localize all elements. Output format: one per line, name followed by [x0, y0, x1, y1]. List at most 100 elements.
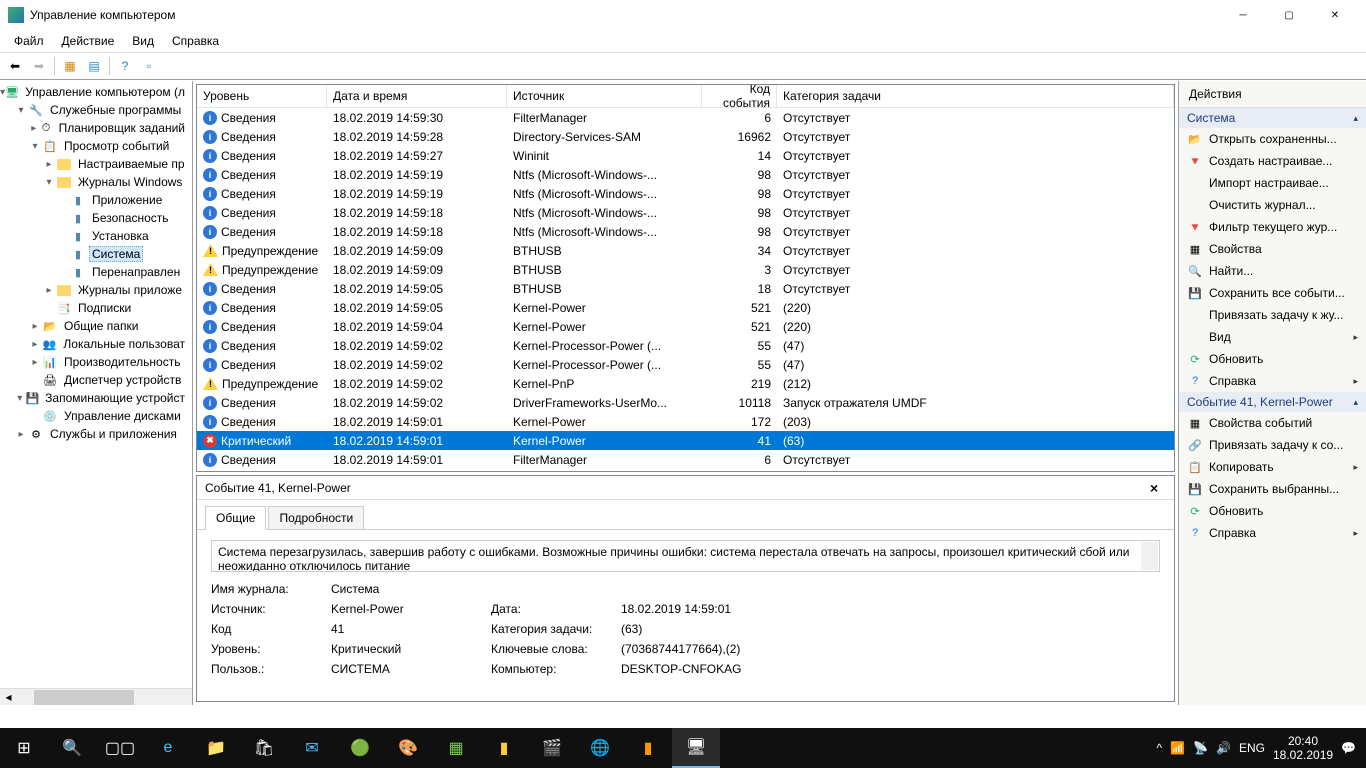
event-row[interactable]: !Предупреждение18.02.2019 14:59:02Kernel…	[197, 374, 1174, 393]
menu-help[interactable]: Справка	[164, 32, 227, 50]
toolbar-forward-button[interactable]: ➡	[28, 55, 50, 77]
action-event-props[interactable]: ▦Свойства событий	[1179, 412, 1366, 434]
taskview-button[interactable]: ▢▢	[96, 728, 144, 768]
column-source[interactable]: Источник	[507, 85, 702, 107]
tree-subs[interactable]: 📑Подписки	[0, 299, 192, 317]
menu-file[interactable]: Файл	[6, 32, 52, 50]
detail-msg-scrollbar[interactable]	[1141, 542, 1158, 570]
taskbar-app1[interactable]: ▦	[432, 728, 480, 768]
toolbar-extra-button[interactable]: ▫	[138, 55, 160, 77]
tree-security[interactable]: ▮Безопасность	[0, 209, 192, 227]
toolbar-properties-button[interactable]: ▤	[83, 55, 105, 77]
event-row[interactable]: iСведения18.02.2019 14:59:18Ntfs (Micros…	[197, 222, 1174, 241]
event-row[interactable]: iСведения18.02.2019 14:59:30FilterManage…	[197, 108, 1174, 127]
tab-general[interactable]: Общие	[205, 506, 266, 530]
action-find[interactable]: 🔍Найти...	[1179, 260, 1366, 282]
tree-diskmgmt[interactable]: 💿Управление дисками	[0, 407, 192, 425]
action-attach-task[interactable]: Привязать задачу к жу...	[1179, 304, 1366, 326]
tree-perf[interactable]: ▸📊Производительность	[0, 353, 192, 371]
action-refresh[interactable]: ⟳Обновить	[1179, 348, 1366, 370]
action-save-selected[interactable]: 💾Сохранить выбранны...	[1179, 478, 1366, 500]
tray-chevron-icon[interactable]: ^	[1156, 741, 1162, 755]
menu-action[interactable]: Действие	[54, 32, 123, 50]
tray-volume-icon[interactable]: 🔊	[1216, 741, 1231, 755]
taskbar-explorer[interactable]: 📁	[192, 728, 240, 768]
toolbar-help-button[interactable]: ?	[114, 55, 136, 77]
event-row[interactable]: iСведения18.02.2019 14:59:02DriverFramew…	[197, 393, 1174, 412]
tree-svcapps[interactable]: ▸⚙Службы и приложения	[0, 425, 192, 443]
taskbar-store[interactable]: 🛍	[240, 728, 288, 768]
tree-winlogs[interactable]: ▾Журналы Windows	[0, 173, 192, 191]
event-row[interactable]: iСведения18.02.2019 14:59:18Ntfs (Micros…	[197, 203, 1174, 222]
action-open-saved[interactable]: 📂Открыть сохраненны...	[1179, 128, 1366, 150]
column-category[interactable]: Категория задачи	[777, 85, 1174, 107]
tree-applogs[interactable]: ▸Журналы приложе	[0, 281, 192, 299]
taskbar-chrome[interactable]: 🟢	[336, 728, 384, 768]
action-create-custom[interactable]: 🔻Создать настраивае...	[1179, 150, 1366, 172]
start-button[interactable]: ⊞	[0, 728, 48, 768]
tree-devmgr[interactable]: 🖨Диспетчер устройств	[0, 371, 192, 389]
event-row[interactable]: iСведения18.02.2019 14:59:27Wininit14Отс…	[197, 146, 1174, 165]
tree-forwarded[interactable]: ▮Перенаправлен	[0, 263, 192, 281]
event-row[interactable]: iСведения18.02.2019 14:59:01Kernel-Power…	[197, 412, 1174, 431]
action-view[interactable]: Вид▸	[1179, 326, 1366, 348]
toolbar-back-button[interactable]: ⬅	[4, 55, 26, 77]
event-row[interactable]: iСведения18.02.2019 14:59:02Kernel-Proce…	[197, 355, 1174, 374]
action-clear-log[interactable]: Очистить журнал...	[1179, 194, 1366, 216]
taskbar-compmgmt[interactable]: 🖥	[672, 728, 720, 768]
taskbar-app3[interactable]: 🎬	[528, 728, 576, 768]
tray-notifications-icon[interactable]: 💬	[1341, 741, 1356, 755]
search-button[interactable]: 🔍	[48, 728, 96, 768]
event-row[interactable]: iСведения18.02.2019 14:59:01FilterManage…	[197, 450, 1174, 469]
tree-services[interactable]: ▾🔧Служебные программы	[0, 101, 192, 119]
taskbar-edge[interactable]: e	[144, 728, 192, 768]
tree-eventviewer[interactable]: ▾📋Просмотр событий	[0, 137, 192, 155]
action-copy[interactable]: 📋Копировать▸	[1179, 456, 1366, 478]
tab-details[interactable]: Подробности	[268, 506, 364, 529]
tree-application[interactable]: ▮Приложение	[0, 191, 192, 209]
tree-scheduler[interactable]: ▸⏱Планировщик заданий	[0, 119, 192, 137]
tree-setup[interactable]: ▮Установка	[0, 227, 192, 245]
action-attach-task2[interactable]: 🔗Привязать задачу к со...	[1179, 434, 1366, 456]
tree-root[interactable]: ▾🖥Управление компьютером (л	[0, 83, 192, 101]
tray-wifi-icon[interactable]: 📡	[1193, 741, 1208, 755]
action-properties[interactable]: ▦Свойства	[1179, 238, 1366, 260]
actions-section-event[interactable]: Событие 41, Kernel-Power▴	[1179, 392, 1366, 412]
action-refresh2[interactable]: ⟳Обновить	[1179, 500, 1366, 522]
taskbar-app2[interactable]: ▮	[480, 728, 528, 768]
event-row[interactable]: !Предупреждение18.02.2019 14:59:09BTHUSB…	[197, 260, 1174, 279]
action-save-all[interactable]: 💾Сохранить все событи...	[1179, 282, 1366, 304]
tree-horizontal-scrollbar[interactable]: ◂	[0, 688, 192, 705]
tree-users[interactable]: ▸👥Локальные пользоват	[0, 335, 192, 353]
tree-customviews[interactable]: ▸Настраиваемые пр	[0, 155, 192, 173]
event-row[interactable]: iСведения18.02.2019 14:59:02Kernel-Proce…	[197, 336, 1174, 355]
tree-system[interactable]: ▮Система	[0, 245, 192, 263]
tray-network-icon[interactable]: 📶	[1170, 741, 1185, 755]
event-list-body[interactable]: iСведения18.02.2019 14:59:30FilterManage…	[197, 108, 1174, 471]
menu-view[interactable]: Вид	[124, 32, 162, 50]
event-row[interactable]: iСведения18.02.2019 14:59:28Directory-Se…	[197, 127, 1174, 146]
column-datetime[interactable]: Дата и время	[327, 85, 507, 107]
action-help[interactable]: ?Справка▸	[1179, 370, 1366, 392]
event-row[interactable]: !Предупреждение18.02.2019 14:59:09BTHUSB…	[197, 241, 1174, 260]
actions-section-system[interactable]: Система▴	[1179, 108, 1366, 128]
taskbar-app4[interactable]: 🌐	[576, 728, 624, 768]
column-level[interactable]: Уровень	[197, 85, 327, 107]
action-filter-log[interactable]: 🔻Фильтр текущего жур...	[1179, 216, 1366, 238]
event-row[interactable]: iСведения18.02.2019 14:59:19Ntfs (Micros…	[197, 184, 1174, 203]
tree-shared[interactable]: ▸📂Общие папки	[0, 317, 192, 335]
column-eventid[interactable]: Код события	[702, 85, 777, 107]
toolbar-show-hide-button[interactable]: ▦	[59, 55, 81, 77]
close-button[interactable]: ✕	[1312, 0, 1358, 30]
tray-clock[interactable]: 20:40 18.02.2019	[1273, 734, 1333, 763]
minimize-button[interactable]: ─	[1220, 0, 1266, 30]
action-import-custom[interactable]: Импорт настраивае...	[1179, 172, 1366, 194]
taskbar-paint[interactable]: 🎨	[384, 728, 432, 768]
event-row[interactable]: iСведения18.02.2019 14:59:19Ntfs (Micros…	[197, 165, 1174, 184]
event-row[interactable]: iСведения18.02.2019 14:59:05Kernel-Power…	[197, 298, 1174, 317]
detail-close-button[interactable]: ×	[1150, 480, 1166, 496]
tray-lang[interactable]: ENG	[1239, 741, 1265, 755]
event-row[interactable]: iСведения18.02.2019 14:59:04Kernel-Power…	[197, 317, 1174, 336]
event-row[interactable]: iСведения18.02.2019 14:59:05BTHUSB18Отсу…	[197, 279, 1174, 298]
event-row[interactable]: ✖Критический18.02.2019 14:59:01Kernel-Po…	[197, 431, 1174, 450]
